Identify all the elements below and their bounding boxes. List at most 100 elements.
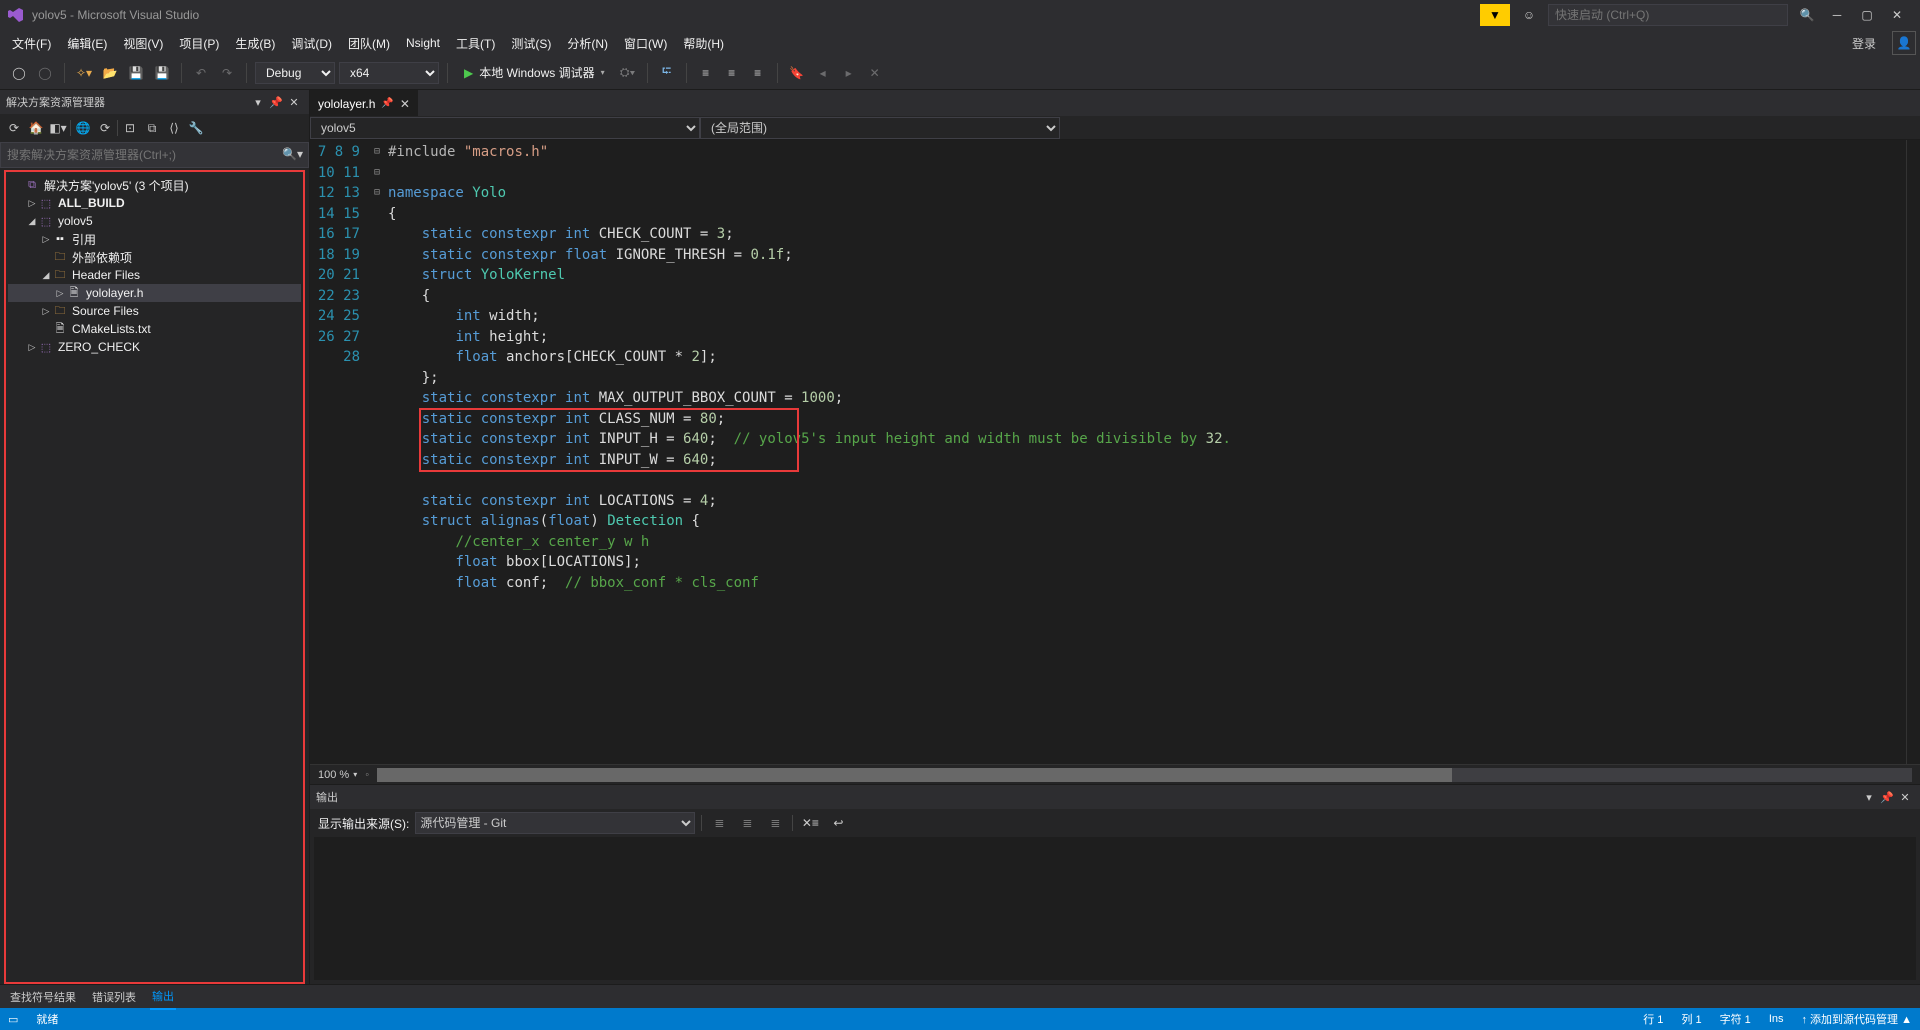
search-icon[interactable]: 🔍 — [1792, 4, 1822, 26]
config-select[interactable]: Debug — [255, 62, 335, 84]
pin-icon[interactable]: 📌 — [1878, 788, 1896, 806]
bookmark-prev-icon[interactable]: ◂ — [812, 62, 834, 84]
new-project-icon[interactable]: ✧▾ — [73, 62, 95, 84]
tab-error-list[interactable]: 错误列表 — [90, 985, 138, 1009]
clear-icon[interactable]: ✕≡ — [799, 812, 821, 834]
menu-nsight[interactable]: Nsight — [398, 32, 448, 54]
properties-icon[interactable]: ⟨⟩ — [164, 118, 184, 138]
notification-flag-icon[interactable]: ▼ — [1480, 4, 1510, 26]
menu-file[interactable]: 文件(F) — [4, 31, 59, 56]
menu-team[interactable]: 团队(M) — [340, 31, 398, 56]
minimize-button[interactable]: ─ — [1822, 4, 1852, 26]
sign-in-link[interactable]: 登录 — [1844, 31, 1884, 56]
output-toolbar: 显示输出来源(S): 源代码管理 - Git ≣ ≣ ≣ ✕≡ ↩ — [310, 809, 1920, 837]
maximize-button[interactable]: ▢ — [1852, 4, 1882, 26]
home-icon[interactable]: 🏠 — [26, 118, 46, 138]
nav-back-icon[interactable]: ◯ — [8, 62, 30, 84]
solution-tree: ⧉解决方案'yolov5' (3 个项目) ▷⬚ALL_BUILD ◢⬚yolo… — [6, 172, 303, 360]
status-scm[interactable]: ↑ 添加到源代码管理 ▲ — [1802, 1011, 1913, 1027]
scrollbar-vertical[interactable] — [1906, 140, 1920, 764]
pin-icon[interactable]: 📌 — [267, 93, 285, 111]
showall-icon[interactable]: ⊡ — [120, 118, 140, 138]
debug-target-icon[interactable]: ⛭▾ — [617, 62, 639, 84]
tree-references[interactable]: ▷▪▪引用 — [8, 230, 301, 248]
prev-icon[interactable]: ≣ — [736, 812, 758, 834]
indent-right-icon[interactable]: ≡ — [721, 62, 743, 84]
step-icon[interactable]: ⮓ — [656, 62, 678, 84]
indent-left-icon[interactable]: ≡ — [695, 62, 717, 84]
dropdown-icon[interactable]: ▾ — [1860, 788, 1878, 806]
menu-project[interactable]: 项目(P) — [171, 31, 227, 56]
code-content[interactable]: #include "macros.h" namespace Yolo{ stat… — [384, 140, 1906, 764]
feedback-icon[interactable]: ☺ — [1514, 4, 1544, 26]
zoom-level[interactable]: 100 % — [318, 769, 349, 781]
vs-logo-icon — [8, 7, 24, 23]
bookmark-clear-icon[interactable]: ✕ — [864, 62, 886, 84]
tree-zero-check[interactable]: ▷⬚ZERO_CHECK — [8, 338, 301, 356]
tree-yolov5[interactable]: ◢⬚yolov5 — [8, 212, 301, 230]
goto-icon[interactable]: ≣ — [708, 812, 730, 834]
editor-tab-yololayer[interactable]: yololayer.h 📌 ✕ — [310, 90, 418, 116]
collapse-icon[interactable]: ◧▾ — [48, 118, 68, 138]
tree-external[interactable]: 🗀外部依赖项 — [8, 248, 301, 266]
search-icon[interactable]: 🔍▾ — [282, 147, 303, 161]
save-all-icon[interactable]: 💾 — [151, 62, 173, 84]
separator — [70, 120, 71, 136]
wrench-icon[interactable]: 🔧 — [186, 118, 206, 138]
tab-find-results[interactable]: 查找符号结果 — [8, 985, 78, 1009]
save-icon[interactable]: 💾 — [125, 62, 147, 84]
tree-all-build[interactable]: ▷⬚ALL_BUILD — [8, 194, 301, 212]
comment-icon[interactable]: ≡ — [747, 62, 769, 84]
sync-icon[interactable]: 🌐 — [73, 118, 93, 138]
bookmark-next-icon[interactable]: ▸ — [838, 62, 860, 84]
dropdown-icon[interactable]: ▾ — [249, 93, 267, 111]
tree-solution-root[interactable]: ⧉解决方案'yolov5' (3 个项目) — [8, 176, 301, 194]
status-window-icon[interactable]: ▭ — [8, 1013, 18, 1026]
menu-analyze[interactable]: 分析(N) — [559, 31, 616, 56]
wrap-icon[interactable]: ↩ — [827, 812, 849, 834]
nav-fwd-icon[interactable]: ◯ — [34, 62, 56, 84]
quick-launch-input[interactable] — [1548, 4, 1788, 26]
tree-source-files[interactable]: ▷🗀Source Files — [8, 302, 301, 320]
menu-help[interactable]: 帮助(H) — [675, 31, 732, 56]
code-editor[interactable]: 7 8 9 10 11 12 13 14 15 16 17 18 19 20 2… — [310, 140, 1920, 764]
close-button[interactable]: ✕ — [1882, 4, 1912, 26]
redo-icon[interactable]: ↷ — [216, 62, 238, 84]
menu-build[interactable]: 生成(B) — [227, 31, 283, 56]
copy-icon[interactable]: ⧉ — [142, 118, 162, 138]
menu-window[interactable]: 窗口(W) — [616, 31, 675, 56]
home-icon[interactable]: ⟳ — [4, 118, 24, 138]
nav-scope-select[interactable]: (全局范围) — [700, 117, 1060, 139]
avatar-icon[interactable]: 👤 — [1892, 31, 1916, 55]
start-debug-button[interactable]: ▶ 本地 Windows 调试器 ▾ — [456, 62, 613, 84]
scrollbar-horizontal[interactable] — [377, 768, 1912, 782]
close-icon[interactable]: ✕ — [1896, 788, 1914, 806]
tree-yololayer-h[interactable]: ▷🗎yololayer.h — [8, 284, 301, 302]
bookmark-icon[interactable]: 🔖 — [786, 62, 808, 84]
editor-footer: 100 % ▾ ◦ — [310, 764, 1920, 784]
pin-icon[interactable]: 📌 — [381, 98, 393, 109]
tab-output[interactable]: 输出 — [150, 984, 176, 1010]
next-icon[interactable]: ≣ — [764, 812, 786, 834]
menu-edit[interactable]: 编辑(E) — [59, 31, 115, 56]
menu-debug[interactable]: 调试(D) — [283, 31, 340, 56]
close-icon[interactable]: ✕ — [285, 93, 303, 111]
platform-select[interactable]: x64 — [339, 62, 439, 84]
output-body[interactable] — [314, 837, 1916, 980]
solution-search-input[interactable] — [0, 142, 309, 168]
separator — [64, 63, 65, 83]
open-file-icon[interactable]: 📂 — [99, 62, 121, 84]
output-source-select[interactable]: 源代码管理 - Git — [415, 812, 695, 834]
chevron-down-icon[interactable]: ▾ — [353, 770, 357, 779]
menu-view[interactable]: 视图(V) — [115, 31, 171, 56]
refresh-icon[interactable]: ⟳ — [95, 118, 115, 138]
close-icon[interactable]: ✕ — [400, 97, 410, 111]
undo-icon[interactable]: ↶ — [190, 62, 212, 84]
fold-gutter[interactable]: ⊟ ⊟ ⊟ — [370, 140, 384, 764]
tree-cmakelists[interactable]: 🗎CMakeLists.txt — [8, 320, 301, 338]
tree-header-files[interactable]: ◢🗀Header Files — [8, 266, 301, 284]
title-bar: yolov5 - Microsoft Visual Studio ▼ ☺ 🔍 ─… — [0, 0, 1920, 30]
menu-test[interactable]: 测试(S) — [503, 31, 559, 56]
menu-tools[interactable]: 工具(T) — [448, 31, 503, 56]
nav-project-select[interactable]: yolov5 — [310, 117, 700, 139]
